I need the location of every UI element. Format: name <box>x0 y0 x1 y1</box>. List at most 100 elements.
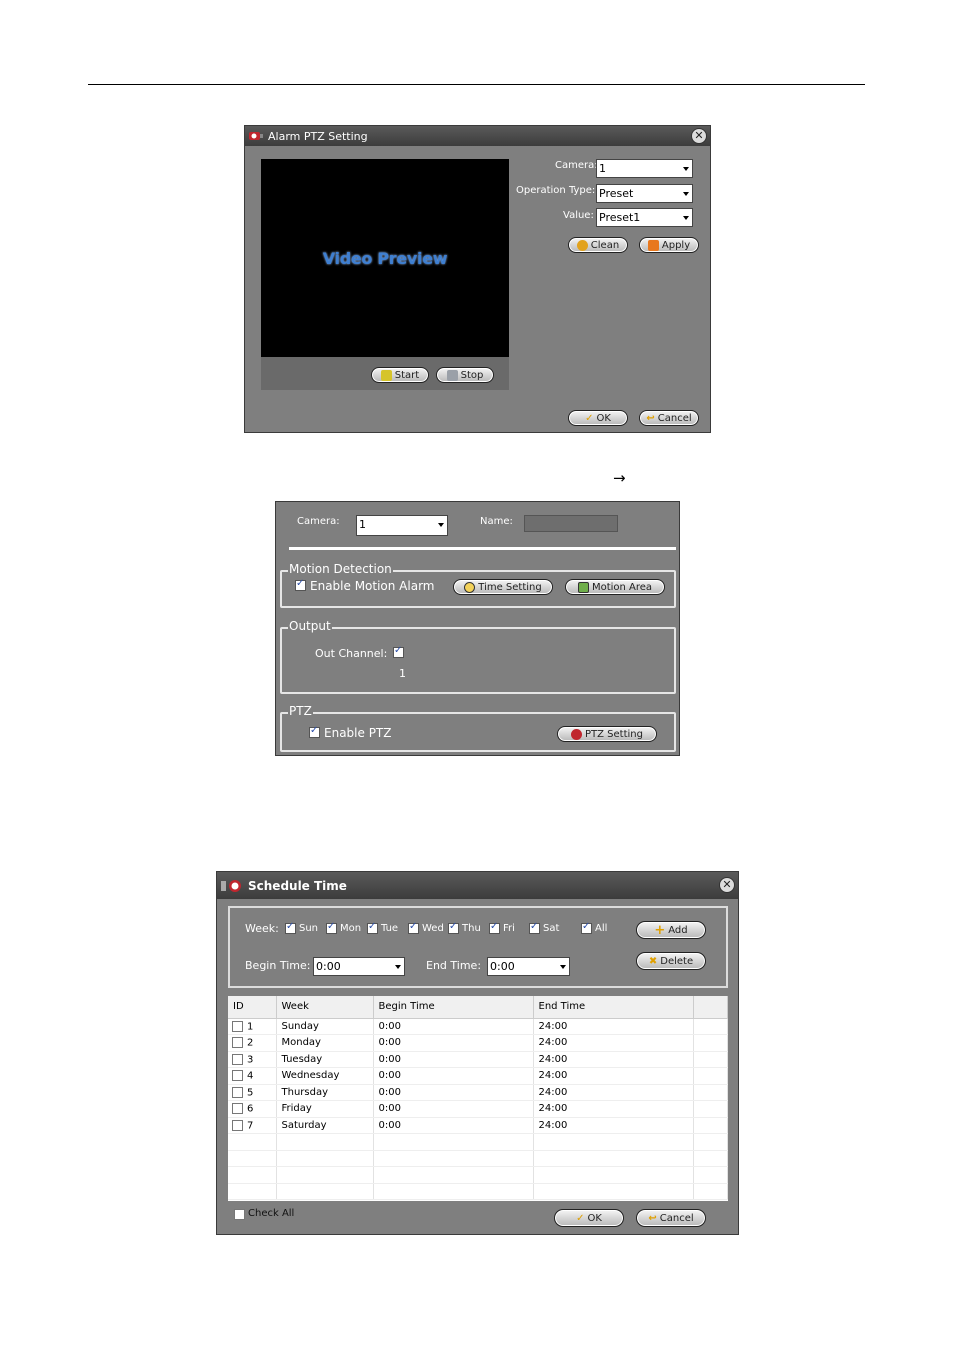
row-checkbox[interactable] <box>232 1053 243 1065</box>
name-field[interactable] <box>524 515 618 532</box>
table-row[interactable]: 7 Saturday 0:00 24:00 <box>228 1117 728 1134</box>
day-checkbox-0[interactable] <box>285 921 296 934</box>
column-header[interactable]: End Time <box>533 996 694 1019</box>
add-button[interactable]: + Add <box>636 921 706 939</box>
column-header-spacer <box>693 996 728 1019</box>
back-arrow-icon: ↩ <box>646 412 655 424</box>
cell-week: Thursday <box>276 1084 374 1101</box>
cell-empty <box>228 1133 277 1151</box>
camera-select[interactable]: 1 <box>596 159 693 178</box>
apply-button[interactable]: Apply <box>639 237 699 253</box>
camera-select[interactable]: 1 <box>356 515 448 536</box>
day-label: Mon <box>340 923 362 934</box>
cancel-button[interactable]: ↩ Cancel <box>636 1209 706 1227</box>
column-header[interactable]: ID <box>228 996 277 1019</box>
day-checkbox-5[interactable] <box>489 921 500 934</box>
cell-id: 5 <box>228 1084 277 1101</box>
close-icon[interactable]: ✕ <box>719 877 735 893</box>
table-row <box>228 1150 728 1167</box>
start-button-label: Start <box>394 369 420 381</box>
camera-label: Camera: <box>297 516 340 527</box>
dialog-title: Schedule Time <box>248 878 347 893</box>
ok-button[interactable]: ✓ OK <box>568 410 628 426</box>
day-checkbox-4[interactable] <box>448 921 459 934</box>
alarm-ptz-setting-dialog: Alarm PTZ Setting ✕ Video Preview Start … <box>244 125 711 433</box>
clean-button[interactable]: Clean <box>568 237 628 253</box>
row-checkbox[interactable] <box>232 1103 243 1114</box>
table-row <box>228 1166 728 1184</box>
table-row[interactable]: 1 Sunday 0:00 24:00 <box>228 1018 728 1035</box>
column-header[interactable]: Week <box>276 996 374 1019</box>
enable-ptz-checkbox[interactable] <box>309 725 320 738</box>
cell-spacer <box>693 1133 728 1151</box>
row-id: 1 <box>247 1021 254 1032</box>
motion-area-icon <box>577 581 589 593</box>
column-header[interactable]: Begin Time <box>373 996 534 1019</box>
ptz-setting-button[interactable]: PTZ Setting <box>557 726 657 742</box>
row-checkbox[interactable] <box>232 1119 243 1131</box>
delete-button[interactable]: ✖ Delete <box>636 952 706 970</box>
begin-time-select[interactable]: 0:00 <box>313 957 405 976</box>
cell-week: Friday <box>276 1100 374 1118</box>
start-button[interactable]: Start <box>371 367 429 383</box>
table-row[interactable]: 4 Wednesday 0:00 24:00 <box>228 1067 728 1085</box>
cell-empty <box>373 1183 534 1200</box>
motion-area-button[interactable]: Motion Area <box>565 579 665 595</box>
cell-week: Sunday <box>276 1018 374 1035</box>
video-preview: Video Preview <box>261 159 509 357</box>
day-checkbox-6[interactable] <box>529 921 540 934</box>
day-checkbox-1[interactable] <box>326 921 337 934</box>
operation-type-select[interactable]: Preset <box>596 184 693 203</box>
close-icon[interactable]: ✕ <box>691 128 707 144</box>
cell-begin: 0:00 <box>373 1067 534 1085</box>
cell-empty <box>276 1150 374 1167</box>
table-row[interactable]: 3 Tuesday 0:00 24:00 <box>228 1051 728 1068</box>
time-setting-button[interactable]: Time Setting <box>453 579 553 595</box>
operation-type-value: Preset <box>599 187 634 200</box>
table-row[interactable]: 6 Friday 0:00 24:00 <box>228 1100 728 1118</box>
motion-detection-panel: Camera: 1 Name: Motion Detection Enable … <box>275 501 680 756</box>
row-checkbox[interactable] <box>232 1020 243 1032</box>
cell-spacer <box>693 1166 728 1184</box>
cell-begin: 0:00 <box>373 1051 534 1068</box>
schedule-filter-panel <box>228 906 728 988</box>
play-icon <box>380 369 392 381</box>
day-checkbox-2[interactable] <box>367 921 378 934</box>
title-bar: Schedule Time ✕ <box>217 872 738 899</box>
stop-icon <box>446 369 458 381</box>
clean-button-label: Clean <box>590 239 620 251</box>
table-row[interactable]: 2 Monday 0:00 24:00 <box>228 1034 728 1052</box>
cancel-button[interactable]: ↩ Cancel <box>639 410 699 426</box>
dialog-title: Alarm PTZ Setting <box>268 129 368 143</box>
end-time-label: End Time: <box>426 959 482 972</box>
table-header: ID Week Begin Time End Time <box>228 996 728 1019</box>
cell-spacer <box>693 1034 728 1052</box>
camera-label: Camera: <box>555 160 598 171</box>
row-id: 2 <box>247 1037 254 1049</box>
video-preview-text: Video Preview <box>322 248 448 268</box>
enable-motion-alarm-checkbox[interactable] <box>295 578 306 591</box>
stop-button[interactable]: Stop <box>436 367 494 383</box>
ok-button[interactable]: ✓ OK <box>554 1209 624 1227</box>
row-id: 6 <box>247 1103 254 1115</box>
row-checkbox[interactable] <box>232 1086 243 1098</box>
day-checkbox-3[interactable] <box>408 921 419 934</box>
row-checkbox[interactable] <box>232 1070 243 1081</box>
table-row[interactable]: 5 Thursday 0:00 24:00 <box>228 1084 728 1101</box>
cell-end: 24:00 <box>533 1067 694 1085</box>
day-checkbox-7[interactable] <box>581 921 592 934</box>
check-all-checkbox[interactable] <box>234 1209 245 1220</box>
clean-icon <box>576 239 588 251</box>
end-time-select[interactable]: 0:00 <box>487 957 570 976</box>
cell-empty <box>533 1133 694 1151</box>
out-channel-label: Out Channel: <box>315 647 388 660</box>
out-channel-checkbox[interactable] <box>393 645 404 658</box>
day-label: Sat <box>543 923 560 934</box>
arrow-icon: → <box>613 469 626 487</box>
ptz-setting-label: PTZ Setting <box>585 728 643 740</box>
cell-empty <box>373 1150 534 1167</box>
value-select[interactable]: Preset1 <box>596 208 693 227</box>
cell-end: 24:00 <box>533 1034 694 1052</box>
cell-week: Saturday <box>276 1117 374 1134</box>
row-checkbox[interactable] <box>232 1037 243 1048</box>
